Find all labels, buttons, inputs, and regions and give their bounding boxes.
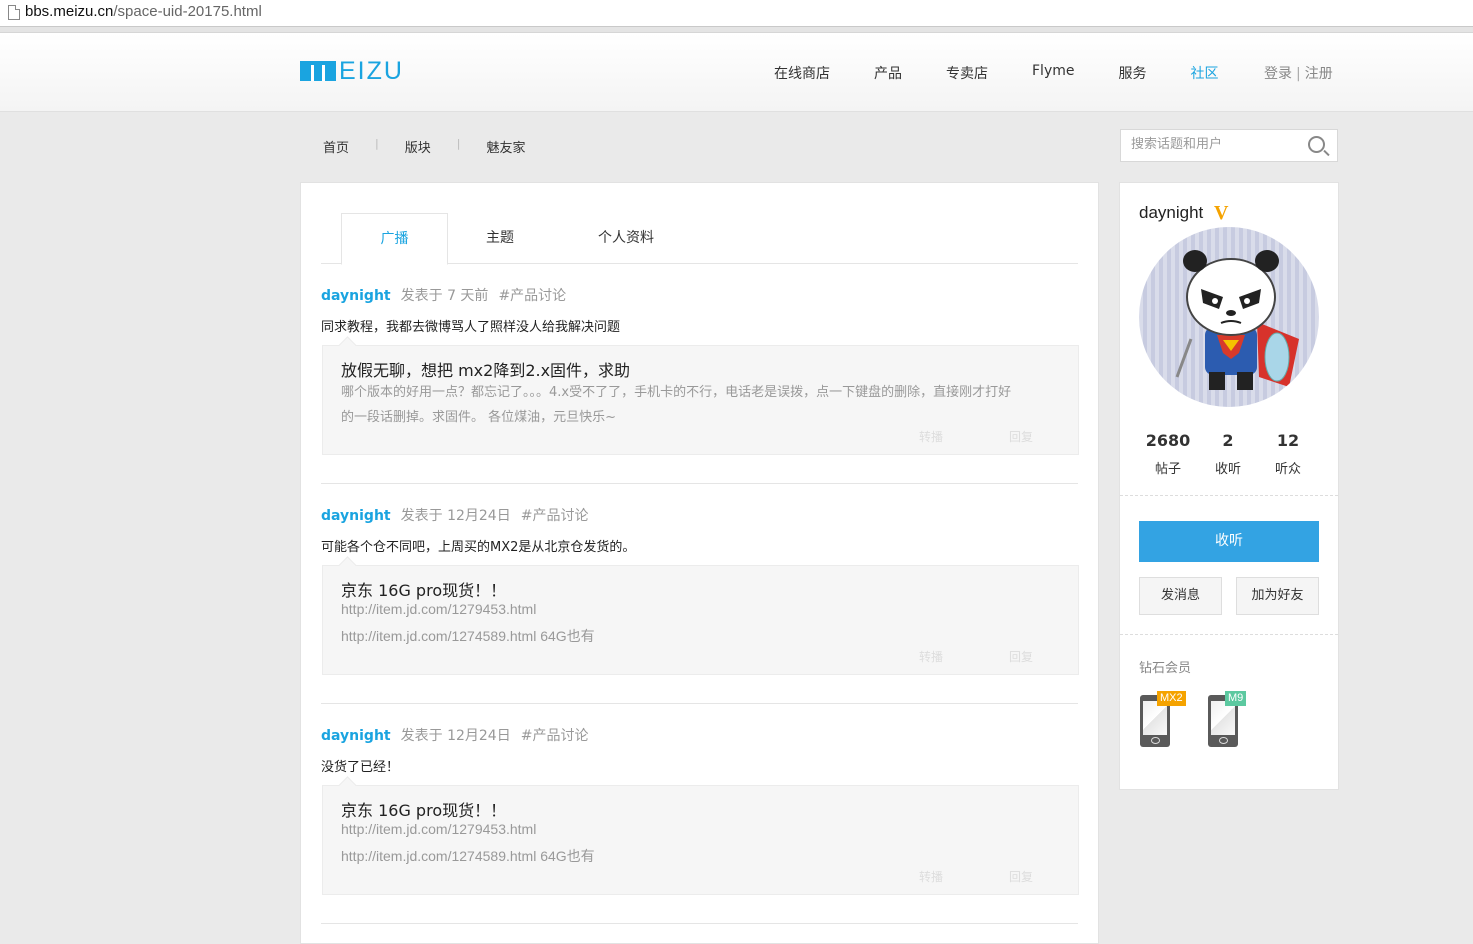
stat-following-count: 2 xyxy=(1222,431,1234,450)
post-meta: daynight 发表于 7 天前 #产品讨论 xyxy=(321,285,566,305)
add-friend-button[interactable]: 加为好友 xyxy=(1236,577,1319,615)
quoted-thread-title[interactable]: 京东 16G pro现货！！ xyxy=(341,797,506,821)
quoted-thread: 放假无聊，想把 mx2降到2.x固件，求助 哪个版本的好用一点？都忘记了。。。4… xyxy=(322,345,1079,455)
member-level-label: 钻石会员 xyxy=(1139,661,1192,676)
reply-button[interactable]: 回复 xyxy=(1009,648,1033,665)
quoted-thread-title[interactable]: 放假无聊，想把 mx2降到2.x固件，求助 xyxy=(341,357,630,381)
page-icon xyxy=(8,5,20,20)
forward-button[interactable]: 转播 xyxy=(919,648,943,665)
verified-badge-icon: V xyxy=(1214,202,1229,224)
subnav-separator: | xyxy=(375,137,379,150)
search-box xyxy=(1120,129,1338,162)
post-author-link[interactable]: daynight xyxy=(321,288,391,304)
post-time: 发表于 12月24日 xyxy=(400,508,511,524)
nav-community[interactable]: 社区 xyxy=(1190,63,1218,83)
nav-products[interactable]: 产品 xyxy=(874,63,902,83)
avatar[interactable] xyxy=(1139,227,1319,407)
tab-topics[interactable]: 主题 xyxy=(461,213,539,263)
quoted-thread-link[interactable]: http://item.jd.com/1274589.html 64G也有 xyxy=(341,626,595,646)
subnav-friends-home[interactable]: 魅友家 xyxy=(486,137,525,156)
post-topic-link[interactable]: #产品讨论 xyxy=(521,508,589,524)
search-input[interactable] xyxy=(1129,136,1303,153)
post-time: 发表于 7 天前 xyxy=(400,288,489,304)
profile-username: daynight xyxy=(1139,203,1204,222)
login-register: 登录 | 注册 xyxy=(1264,63,1333,83)
profile-card: daynight V 2680 帖子 2 收听 12 听众 收听 发消息 加为好… xyxy=(1119,182,1339,790)
reply-button[interactable]: 回复 xyxy=(1009,428,1033,445)
profile-stats: 2680 帖子 2 收听 12 听众 xyxy=(1120,431,1338,477)
subnav-boards[interactable]: 版块 xyxy=(405,137,431,156)
nav-store[interactable]: 在线商店 xyxy=(774,63,830,83)
subnav-home[interactable]: 首页 xyxy=(323,137,349,156)
reply-button[interactable]: 回复 xyxy=(1009,868,1033,885)
tab-broadcast[interactable]: 广播 xyxy=(341,213,448,265)
device-tag: MX2 xyxy=(1157,691,1186,706)
main-nav: 在线商店 产品 专卖店 Flyme 服务 社区 xyxy=(774,63,1262,83)
stat-posts-count: 2680 xyxy=(1145,431,1191,450)
post-text: 没货了已经！ xyxy=(321,760,400,775)
url-text[interactable]: bbs.meizu.cn/space-uid-20175.html xyxy=(25,3,262,20)
post-author-link[interactable]: daynight xyxy=(321,508,391,524)
stat-following-label: 收听 xyxy=(1214,462,1241,477)
post-meta: daynight 发表于 12月24日 #产品讨论 xyxy=(321,505,588,525)
stat-following[interactable]: 2 收听 xyxy=(1198,431,1258,477)
register-link[interactable]: 注册 xyxy=(1305,66,1333,82)
quoted-thread-link[interactable]: http://item.jd.com/1274589.html 64G也有 xyxy=(341,846,595,866)
post-topic-link[interactable]: #产品讨论 xyxy=(521,728,589,744)
quoted-thread: 京东 16G pro现货！！ http://item.jd.com/127945… xyxy=(322,785,1079,895)
quoted-thread: 京东 16G pro现货！！ http://item.jd.com/127945… xyxy=(322,565,1079,675)
url-host: bbs.meizu.cn xyxy=(25,3,114,20)
site-header: EIZU 在线商店 产品 专卖店 Flyme 服务 社区 登录 | 注册 xyxy=(0,33,1473,112)
search-icon[interactable] xyxy=(1308,136,1325,153)
post-divider xyxy=(321,483,1078,484)
send-message-button[interactable]: 发消息 xyxy=(1139,577,1222,615)
login-separator: | xyxy=(1296,66,1301,82)
quoted-thread-title[interactable]: 京东 16G pro现货！！ xyxy=(341,577,506,601)
post-text: 可能各个仓不同吧，上周买的MX2是从北京仓发货的。 xyxy=(321,540,636,555)
nav-service[interactable]: 服务 xyxy=(1118,63,1146,83)
stat-followers-count: 12 xyxy=(1276,431,1300,450)
profile-divider xyxy=(1120,634,1338,635)
device-tag: M9 xyxy=(1225,691,1247,706)
nav-retail-stores[interactable]: 专卖店 xyxy=(946,63,988,83)
url-path: /space-uid-20175.html xyxy=(113,3,262,20)
panda-avatar-image xyxy=(1175,250,1299,390)
login-link[interactable]: 登录 xyxy=(1264,66,1292,82)
profile-divider xyxy=(1120,495,1338,496)
post-time: 发表于 12月24日 xyxy=(400,728,511,744)
meizu-logo[interactable]: EIZU xyxy=(300,57,404,85)
subnav-separator: | xyxy=(456,137,461,150)
feed-panel: 广播 主题 个人资料 daynight 发表于 7 天前 #产品讨论 同求教程，我都… xyxy=(300,182,1099,944)
stat-followers[interactable]: 12 听众 xyxy=(1258,431,1318,477)
nav-flyme[interactable]: Flyme xyxy=(1032,63,1074,83)
post-divider xyxy=(321,703,1078,704)
logo-m-mark xyxy=(300,61,336,81)
quoted-thread-excerpt: 哪个版本的好用一点？都忘记了。。。4.x受不了了，手机卡的不行，电话老是误拨，点… xyxy=(341,385,1012,400)
forward-button[interactable]: 转播 xyxy=(919,868,943,885)
quoted-thread-link[interactable]: http://item.jd.com/1279453.html xyxy=(341,821,536,837)
profile-tabs: 广播 主题 个人资料 xyxy=(321,213,1078,265)
forum-subnav: 首页 | 版块 | 魅友家 xyxy=(323,137,525,156)
quoted-thread-link[interactable]: http://item.jd.com/1279453.html xyxy=(341,601,536,617)
post-topic-link[interactable]: #产品讨论 xyxy=(498,288,566,304)
tab-profile-info[interactable]: 个人资料 xyxy=(571,213,681,263)
forward-button[interactable]: 转播 xyxy=(919,428,943,445)
stat-posts[interactable]: 2680 帖子 xyxy=(1138,431,1198,477)
stat-followers-label: 听众 xyxy=(1274,462,1301,477)
post-meta: daynight 发表于 12月24日 #产品讨论 xyxy=(321,725,588,745)
post-author-link[interactable]: daynight xyxy=(321,728,391,744)
device-m9-icon: M9 xyxy=(1208,691,1247,749)
follow-button[interactable]: 收听 xyxy=(1139,521,1319,562)
quoted-thread-excerpt: 的一段话删掉。求固件。 各位煤油，元旦快乐~ xyxy=(341,410,617,425)
device-mx2-icon: MX2 xyxy=(1140,691,1186,749)
browser-address-bar[interactable]: bbs.meizu.cn/space-uid-20175.html xyxy=(0,0,1473,27)
post-text: 同求教程，我都去微博骂人了照样没人给我解决问题 xyxy=(321,320,621,335)
stat-posts-label: 帖子 xyxy=(1154,462,1181,477)
logo-text: EIZU xyxy=(339,57,404,85)
